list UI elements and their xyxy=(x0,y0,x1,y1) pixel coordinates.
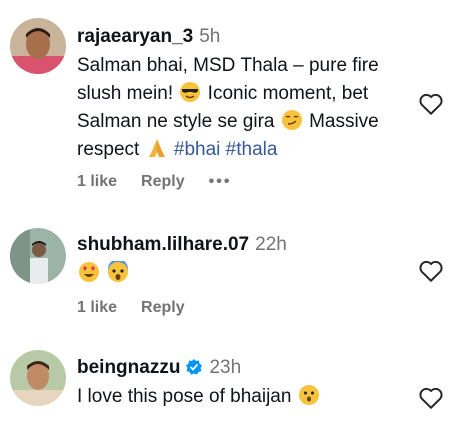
comment-header: shubham.lilhare.07 22h xyxy=(77,234,407,256)
verified-badge-icon xyxy=(186,359,203,375)
cool-sunglasses-emoji xyxy=(180,82,201,102)
comment-actions: 1 like Reply ••• xyxy=(77,173,255,191)
hushed-emoji xyxy=(298,385,319,405)
screaming-emoji xyxy=(108,261,129,282)
username[interactable]: rajaearyan_3 xyxy=(77,26,193,47)
heart-icon[interactable] xyxy=(418,259,444,283)
timestamp: 5h xyxy=(199,26,221,47)
hashtag-link[interactable]: #bhai xyxy=(174,139,221,160)
timestamp: 22h xyxy=(255,234,287,255)
more-options-button[interactable]: ••• xyxy=(209,173,232,190)
timestamp: 23h xyxy=(209,357,242,378)
reply-button[interactable]: Reply xyxy=(141,173,185,190)
comment-text: Salman bhai, MSD Thala – pure fire slush… xyxy=(77,52,407,164)
comment-text: I love this pose of bhaijan xyxy=(77,383,407,411)
username[interactable]: shubham.lilhare.07 xyxy=(77,234,249,255)
heart-eyes-emoji xyxy=(79,262,99,282)
avatar[interactable] xyxy=(10,18,66,74)
smirk-emoji xyxy=(281,110,302,130)
reply-button[interactable]: Reply xyxy=(141,299,185,316)
avatar[interactable] xyxy=(10,350,66,406)
username[interactable]: beingnazzu xyxy=(77,357,180,378)
comment-text-part: I love this pose of bhaijan xyxy=(77,386,292,407)
heart-icon[interactable] xyxy=(418,92,444,116)
likes-count[interactable]: 1 like xyxy=(77,173,117,190)
comment-actions: 1 like Reply xyxy=(77,299,209,317)
heart-icon[interactable] xyxy=(418,386,444,410)
comment-header: beingnazzu 23h xyxy=(77,357,407,379)
folded-hands-emoji xyxy=(148,139,165,157)
comment-text xyxy=(77,260,407,288)
likes-count[interactable]: 1 like xyxy=(77,299,117,316)
avatar[interactable] xyxy=(10,228,66,284)
hashtag-link[interactable]: #thala xyxy=(226,139,278,160)
comment-header: rajaearyan_3 5h xyxy=(77,26,407,48)
